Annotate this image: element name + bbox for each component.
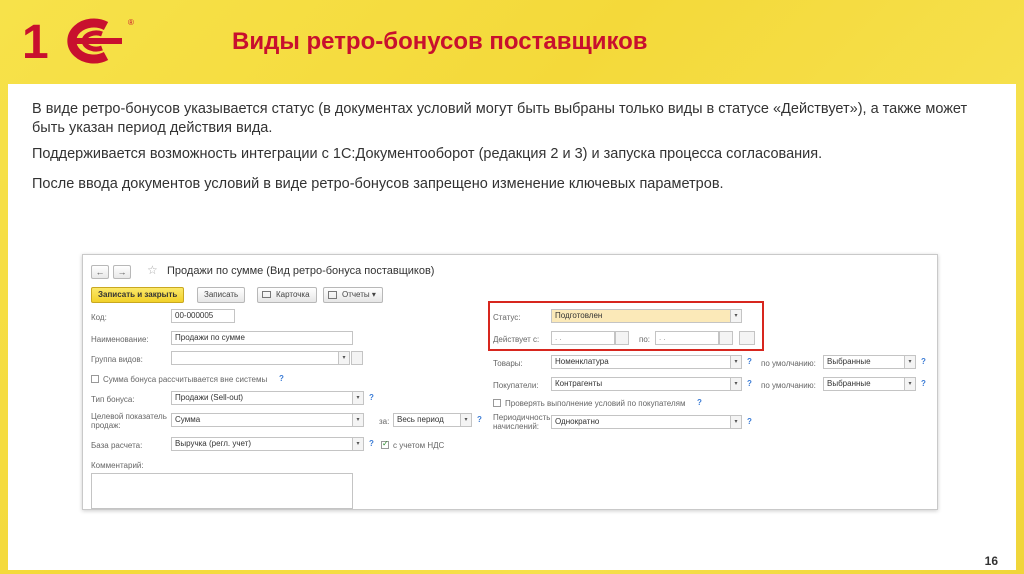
registered-mark: ® xyxy=(128,18,134,27)
bonus-type-field[interactable]: Продажи (Sell-out) xyxy=(171,391,353,405)
comment-label: Комментарий: xyxy=(91,461,144,470)
buyers-default-field[interactable]: Выбранные xyxy=(823,377,905,391)
periodicity-label: Периодичность начислений: xyxy=(493,413,551,431)
help-icon[interactable]: ? xyxy=(369,393,374,402)
check-buyers-checkbox[interactable] xyxy=(493,399,501,407)
period-picker-icon[interactable] xyxy=(739,331,755,345)
reports-button-label: Отчеты xyxy=(342,290,370,299)
card-button[interactable]: Карточка xyxy=(257,287,317,303)
slide-title: Виды ретро-бонусов поставщиков xyxy=(232,28,648,55)
active-from-label: Действует с: xyxy=(493,335,540,344)
base-field[interactable]: Выручка (регл. учет) xyxy=(171,437,353,451)
goods-dropdown[interactable]: ▾ xyxy=(731,355,742,369)
for-label: за: xyxy=(379,417,390,426)
paragraph-status: В виде ретро-бонусов указывается статус … xyxy=(32,101,968,136)
bonus-type-form: ← → ☆ Продажи по сумме (Вид ретро-бонуса… xyxy=(82,254,938,510)
buyers-field[interactable]: Контрагенты xyxy=(551,377,731,391)
1c-logo: 1 ® xyxy=(22,16,134,69)
status-field[interactable]: Подготовлен xyxy=(551,309,731,323)
periodicity-field[interactable]: Однократно xyxy=(551,415,731,429)
reports-button[interactable]: Отчеты ▾ xyxy=(323,287,383,303)
open-icon[interactable] xyxy=(351,351,363,365)
base-label: База расчета: xyxy=(91,441,143,450)
save-and-close-button[interactable]: Записать и закрыть xyxy=(91,287,185,303)
buyers-default-label: по умолчанию: xyxy=(761,381,816,390)
help-icon[interactable]: ? xyxy=(747,379,752,388)
buyers-dropdown[interactable]: ▾ xyxy=(731,377,742,391)
chevron-down-icon: ▾ xyxy=(371,290,376,299)
active-to-label: по: xyxy=(639,335,651,344)
name-field[interactable]: Продажи по сумме xyxy=(171,331,353,345)
external-calc-checkbox[interactable] xyxy=(91,375,99,383)
help-icon[interactable]: ? xyxy=(921,357,926,366)
active-to-field[interactable]: . . xyxy=(655,331,719,345)
target-field[interactable]: Сумма xyxy=(171,413,353,427)
base-dropdown[interactable]: ▾ xyxy=(353,437,364,451)
help-icon[interactable]: ? xyxy=(747,357,752,366)
card-button-label: Карточка xyxy=(276,290,310,299)
status-label: Статус: xyxy=(493,313,521,322)
help-icon[interactable]: ? xyxy=(369,439,374,448)
favorite-star-icon[interactable]: ☆ xyxy=(147,263,158,277)
period-dropdown[interactable]: ▾ xyxy=(461,413,472,427)
page-number: 16 xyxy=(984,554,998,568)
periodicity-dropdown[interactable]: ▾ xyxy=(731,415,742,429)
bonus-type-label: Тип бонуса: xyxy=(91,395,135,404)
code-field[interactable]: 00-000005 xyxy=(171,309,235,323)
group-label: Группа видов: xyxy=(91,355,143,364)
help-icon[interactable]: ? xyxy=(477,415,482,424)
target-label: Целевой показатель продаж: xyxy=(91,412,167,430)
group-dropdown[interactable]: ▾ xyxy=(339,351,350,365)
status-dropdown[interactable]: ▾ xyxy=(731,309,742,323)
printer-icon xyxy=(262,291,271,298)
form-title: Продажи по сумме (Вид ретро-бонуса поста… xyxy=(167,265,435,277)
help-icon[interactable]: ? xyxy=(921,379,926,388)
forward-button[interactable]: → xyxy=(113,265,131,279)
vat-checkbox[interactable] xyxy=(381,439,389,449)
name-label: Наименование: xyxy=(91,335,149,344)
external-calc-label: Сумма бонуса рассчитывается вне системы xyxy=(103,375,268,384)
active-from-field[interactable]: . . xyxy=(551,331,615,345)
svg-text:1: 1 xyxy=(22,16,49,64)
buyers-label: Покупатели: xyxy=(493,381,539,390)
check-buyers-label: Проверять выполнение условий по покупате… xyxy=(505,399,686,408)
period-field[interactable]: Весь период xyxy=(393,413,461,427)
paragraph-restriction: После ввода документов условий в виде ре… xyxy=(32,176,724,192)
group-field[interactable] xyxy=(171,351,339,365)
goods-default-dropdown[interactable]: ▾ xyxy=(905,355,916,369)
goods-field[interactable]: Номенклатура xyxy=(551,355,731,369)
paragraph-integration: Поддерживается возможность интеграции с … xyxy=(32,146,823,162)
help-icon[interactable]: ? xyxy=(697,398,702,407)
bonus-type-dropdown[interactable]: ▾ xyxy=(353,391,364,405)
comment-field[interactable] xyxy=(91,473,353,509)
goods-label: Товары: xyxy=(493,359,523,368)
goods-default-field[interactable]: Выбранные xyxy=(823,355,905,369)
back-button[interactable]: ← xyxy=(91,265,109,279)
help-icon[interactable]: ? xyxy=(747,417,752,426)
vat-label: с учетом НДС xyxy=(393,441,445,450)
buyers-default-dropdown[interactable]: ▾ xyxy=(905,377,916,391)
code-label: Код: xyxy=(91,313,107,322)
save-button[interactable]: Записать xyxy=(197,287,246,303)
target-dropdown[interactable]: ▾ xyxy=(353,413,364,427)
calendar-icon[interactable] xyxy=(615,331,629,345)
reports-icon xyxy=(328,291,337,299)
help-icon[interactable]: ? xyxy=(279,374,284,383)
calendar-icon[interactable] xyxy=(719,331,733,345)
goods-default-label: по умолчанию: xyxy=(761,359,816,368)
